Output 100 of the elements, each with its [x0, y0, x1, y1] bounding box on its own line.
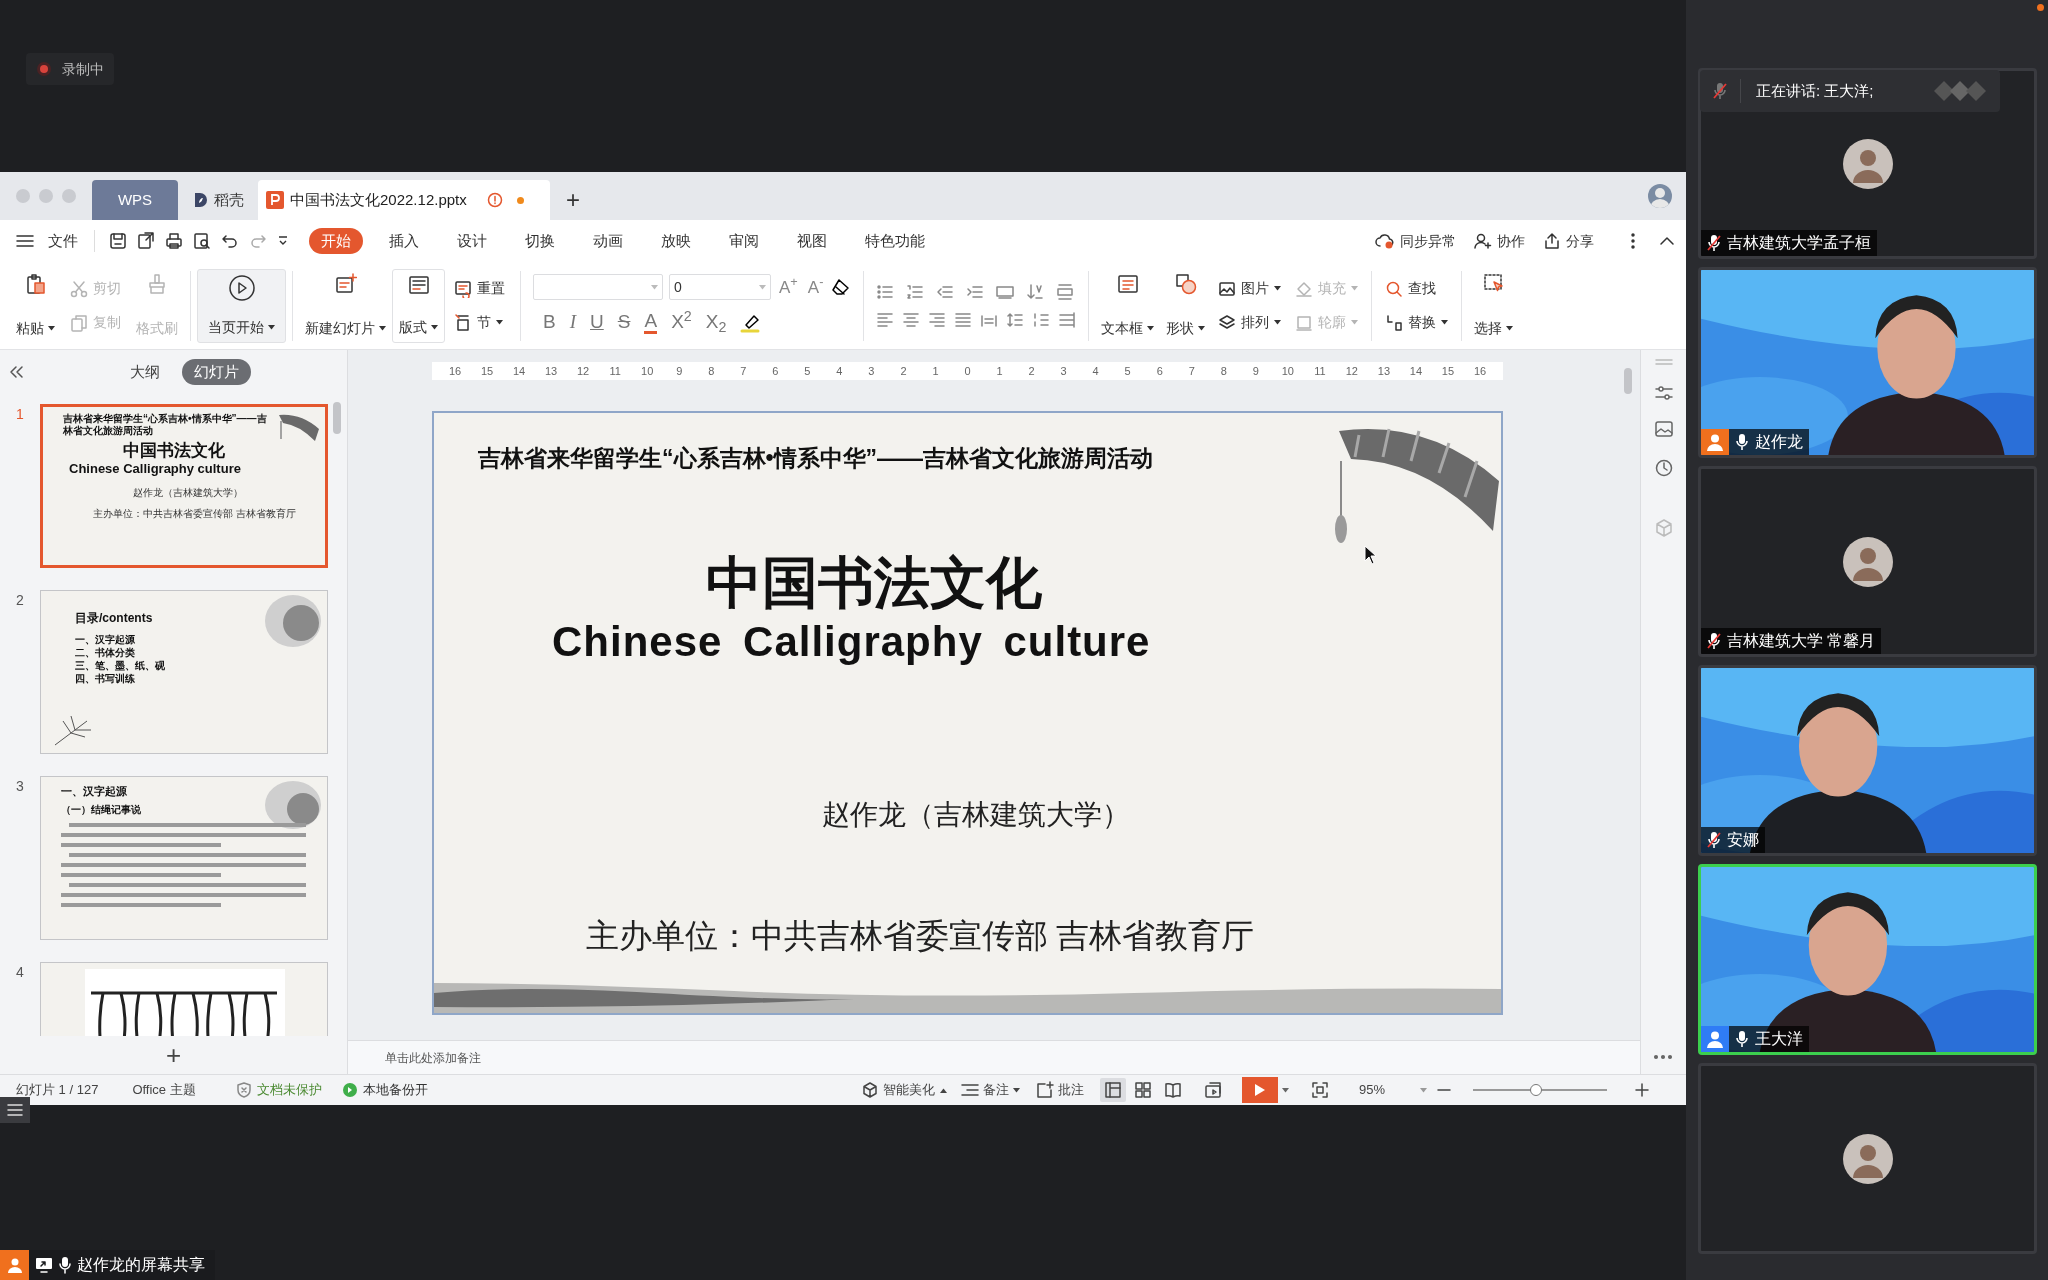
paragraph-tool-icon[interactable]: [928, 310, 947, 329]
slideshow-button[interactable]: [1242, 1077, 1278, 1103]
tab[interactable]: 稻壳: [182, 180, 254, 220]
layout-icon: [407, 273, 430, 296]
replace-button[interactable]: 替换: [1382, 308, 1452, 337]
ribbon-tab[interactable]: 视图: [785, 228, 839, 254]
customize-caret-icon[interactable]: [277, 235, 289, 247]
font-name-field[interactable]: [533, 274, 663, 301]
font-style-button[interactable]: S: [617, 308, 631, 337]
font-size-field[interactable]: 0: [669, 274, 771, 301]
zoom-in-icon[interactable]: [1635, 1083, 1649, 1097]
print-icon[interactable]: [165, 232, 183, 250]
avatar[interactable]: [1648, 184, 1672, 208]
slide-organizer: 主办单位：中共吉林省委宣传部 吉林省教育厅: [586, 917, 1255, 956]
scrollbar-thumb[interactable]: [333, 402, 341, 434]
reset-button[interactable]: 重置: [451, 274, 508, 303]
paragraph-tool-icon[interactable]: [902, 310, 921, 329]
font-style-button[interactable]: B: [543, 308, 556, 337]
ribbon-tab[interactable]: 切换: [513, 228, 567, 254]
font-style-button[interactable]: I: [569, 308, 576, 337]
arrange-button[interactable]: 排列: [1215, 308, 1285, 337]
preview-icon[interactable]: [193, 232, 211, 250]
toolbar-button[interactable]: 协作: [1474, 230, 1525, 252]
caret-icon: [940, 1087, 947, 1093]
select-button[interactable]: 选择: [1468, 268, 1520, 343]
paste-button[interactable]: 粘贴: [10, 268, 61, 343]
protection-status[interactable]: 文档未保护: [235, 1080, 322, 1100]
paragraph-tool-icon[interactable]: [876, 282, 895, 301]
view-button[interactable]: [1100, 1078, 1126, 1102]
presenter-icon[interactable]: [1204, 1081, 1224, 1099]
paragraph-tool-icon[interactable]: [876, 310, 895, 329]
text-box-button[interactable]: 文本框: [1095, 268, 1161, 343]
more-icon[interactable]: [1653, 1054, 1673, 1060]
slide-thumbnail[interactable]: 吉林省来华留学生“心系吉林•情系中华”——吉林省文化旅游周活动 中国书法文化 Chinese Calligraphy culture 赵作龙（吉林建筑大学） 主办单位：中共吉林省委宣传部 吉林省教育厅: [40, 404, 328, 568]
toolbar-button[interactable]: 分享: [1543, 230, 1594, 252]
font-style-button[interactable]: U: [590, 308, 604, 337]
font-style-button[interactable]: X$_{2}$: [705, 308, 727, 337]
ribbon-tab[interactable]: 放映: [649, 228, 703, 254]
font-style-button[interactable]: A: [644, 311, 658, 334]
paragraph-tool-icon[interactable]: [954, 310, 973, 329]
ruler-label: 16: [447, 363, 463, 379]
caret-icon: [1013, 1087, 1020, 1093]
scissors-icon: [70, 279, 88, 298]
add-slide-button[interactable]: +: [159, 1042, 188, 1068]
find-button[interactable]: 查找: [1382, 274, 1452, 303]
collapse-panel-icon[interactable]: [8, 365, 24, 379]
ribbon-tab[interactable]: 设计: [445, 228, 499, 254]
name-label: 安娜: [1701, 827, 1765, 853]
undo-icon[interactable]: [221, 232, 239, 250]
paragraph-tool-icon[interactable]: [1058, 310, 1077, 329]
zoom-field[interactable]: 95%: [1359, 1080, 1427, 1100]
tab[interactable]: WPS: [92, 180, 178, 220]
floating-list-button[interactable]: [0, 1097, 30, 1123]
notes-button[interactable]: 备注: [961, 1080, 1020, 1100]
fit-window-icon[interactable]: [1311, 1081, 1329, 1099]
paragraph-tool-icon[interactable]: [1006, 310, 1025, 329]
picture-button[interactable]: 图片: [1215, 274, 1285, 303]
font-size-step-button[interactable]: A$^{+}$: [777, 274, 800, 300]
save-icon[interactable]: [109, 232, 127, 250]
play-from-current-button[interactable]: 当页开始: [197, 268, 286, 343]
ribbon-tab[interactable]: 开始: [309, 228, 363, 254]
ribbon-tab[interactable]: 特色功能: [853, 228, 937, 254]
shape-button[interactable]: 形状: [1160, 268, 1212, 343]
handle-icon[interactable]: [1653, 358, 1674, 366]
slide-thumbnail[interactable]: 目录/contents 一、汉字起源 二、书体分类 三、笔、墨、纸、砚 四、书写训练: [40, 590, 328, 754]
muted-microphone-icon[interactable]: [1713, 82, 1727, 100]
reset-icon: [454, 279, 472, 298]
panel-tab[interactable]: 大纲: [118, 359, 172, 385]
panel-tab[interactable]: 幻灯片: [182, 359, 251, 385]
eraser-icon[interactable]: [831, 278, 852, 297]
slide-thumbnail[interactable]: 一、汉字起源 （一）结绳记事说: [40, 776, 328, 940]
layout-button[interactable]: 版式: [392, 268, 445, 343]
zoom-slider-thumb[interactable]: [1529, 1084, 1542, 1096]
ribbon-tab[interactable]: 插入: [377, 228, 431, 254]
section-button[interactable]: 节: [451, 308, 508, 337]
comment-button[interactable]: 批注: [1036, 1080, 1084, 1100]
zoom-slider[interactable]: [1473, 1083, 1607, 1097]
tab[interactable]: 中国书法文化2022.12.pptx: [258, 180, 550, 220]
file-menu-button[interactable]: 文件: [16, 229, 78, 253]
scrollbar-thumb[interactable]: [1624, 368, 1632, 394]
paragraph-tool-icon[interactable]: [906, 282, 925, 301]
new-slide-button[interactable]: 新建幻灯片: [299, 268, 392, 343]
slide-list-item: 一、汉字起源: [75, 633, 135, 646]
beautify-button[interactable]: 智能美化: [862, 1080, 947, 1100]
paragraph-tool-icon[interactable]: [1056, 282, 1075, 301]
paragraph-tool-icon[interactable]: [1026, 282, 1045, 301]
ribbon-tab[interactable]: 动画: [581, 228, 635, 254]
font-style-button[interactable]: X$^{2}$: [671, 308, 692, 337]
toolbar-button[interactable]: 同步异常: [1375, 230, 1456, 252]
redo-icon[interactable]: [249, 232, 267, 250]
notes-field[interactable]: 单击此处添加备注: [385, 1048, 481, 1067]
backup-status[interactable]: 本地备份开: [341, 1080, 428, 1100]
history-icon[interactable]: [1653, 458, 1674, 478]
export-icon[interactable]: [137, 232, 155, 250]
sliders-icon[interactable]: [1653, 384, 1674, 402]
ribbon-tab[interactable]: 审阅: [717, 228, 771, 254]
font-size-step-button[interactable]: A$^{-}$: [805, 274, 826, 300]
new-tab-button[interactable]: +: [558, 180, 588, 220]
image-edit-icon[interactable]: [1653, 420, 1674, 440]
paragraph-tool-icon[interactable]: [1032, 310, 1051, 329]
